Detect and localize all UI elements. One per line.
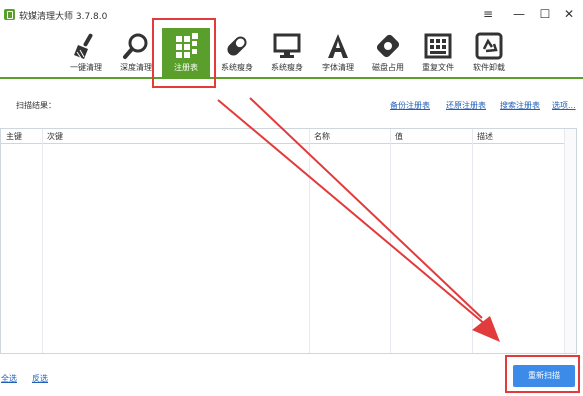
annotation-arrow (217, 97, 500, 342)
select-all-link[interactable]: 全选 (1, 373, 17, 384)
annotation-box-rescan (505, 355, 580, 393)
invert-selection-link[interactable]: 反选 (32, 373, 48, 384)
